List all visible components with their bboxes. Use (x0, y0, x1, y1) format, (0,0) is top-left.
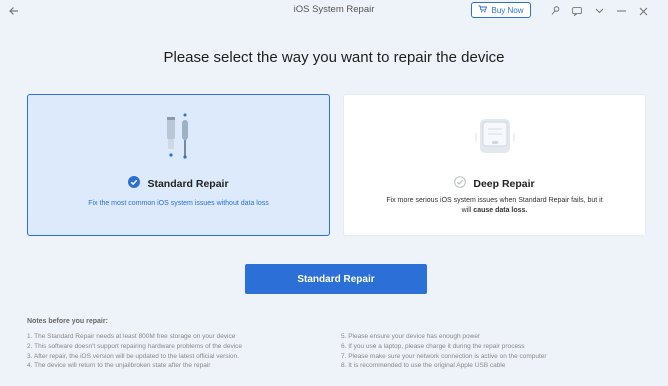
note-item: 8. It is recommended to use the original… (341, 362, 506, 370)
window-title: iOS System Repair (293, 4, 375, 15)
chevron-down-icon[interactable] (592, 2, 606, 20)
note-item: 7. Please make sure your network connect… (341, 352, 547, 360)
deep-repair-title: Deep Repair (473, 177, 535, 190)
deep-repair-title-row: Deep Repair (344, 176, 645, 191)
notes-right-list: 5. Please ensure your device has enough … (341, 332, 547, 371)
close-icon[interactable] (636, 2, 650, 20)
standard-repair-title-row: Standard Repair (28, 176, 329, 191)
note-item: 6. If you use a laptop, please charge it… (341, 342, 525, 350)
check-circle-icon (454, 176, 467, 191)
note-item: 3. After repair, the iOS version will be… (27, 352, 239, 360)
cart-icon (478, 5, 488, 15)
deep-repair-warning: cause data loss. (473, 207, 528, 214)
device-icon (344, 111, 645, 161)
notes-left-list: 1. The Standard Repair needs at least 80… (27, 332, 242, 371)
toolkit-icon (28, 111, 329, 161)
note-item: 2. This software doesn't support repairi… (27, 342, 243, 350)
note-item: 1. The Standard Repair needs at least 80… (27, 333, 236, 340)
key-icon[interactable] (548, 2, 562, 20)
notes-title: Notes before you repair: (27, 318, 108, 325)
buy-now-label: Buy Now (491, 5, 524, 15)
feedback-icon[interactable] (570, 2, 584, 20)
title-bar: iOS System Repair Buy Now (0, 0, 668, 22)
note-item: 4. The device will return to the unjailb… (27, 362, 211, 370)
deep-repair-card[interactable]: Deep Repair Fix more serious iOS system … (343, 94, 646, 236)
check-circle-icon (128, 176, 141, 191)
buy-now-button[interactable]: Buy Now (471, 2, 531, 18)
standard-repair-button[interactable]: Standard Repair (245, 264, 427, 294)
page-heading: Please select the way you want to repair… (163, 49, 505, 66)
standard-repair-card[interactable]: Standard Repair Fix the most common iOS … (27, 94, 330, 236)
note-item: 5. Please ensure your device has enough … (341, 333, 481, 340)
deep-repair-description: Fix more serious iOS system issues when … (384, 196, 605, 216)
standard-repair-title: Standard Repair (147, 177, 229, 190)
minimize-icon[interactable] (614, 2, 628, 20)
standard-repair-description: Fix the most common iOS system issues wi… (88, 200, 269, 207)
